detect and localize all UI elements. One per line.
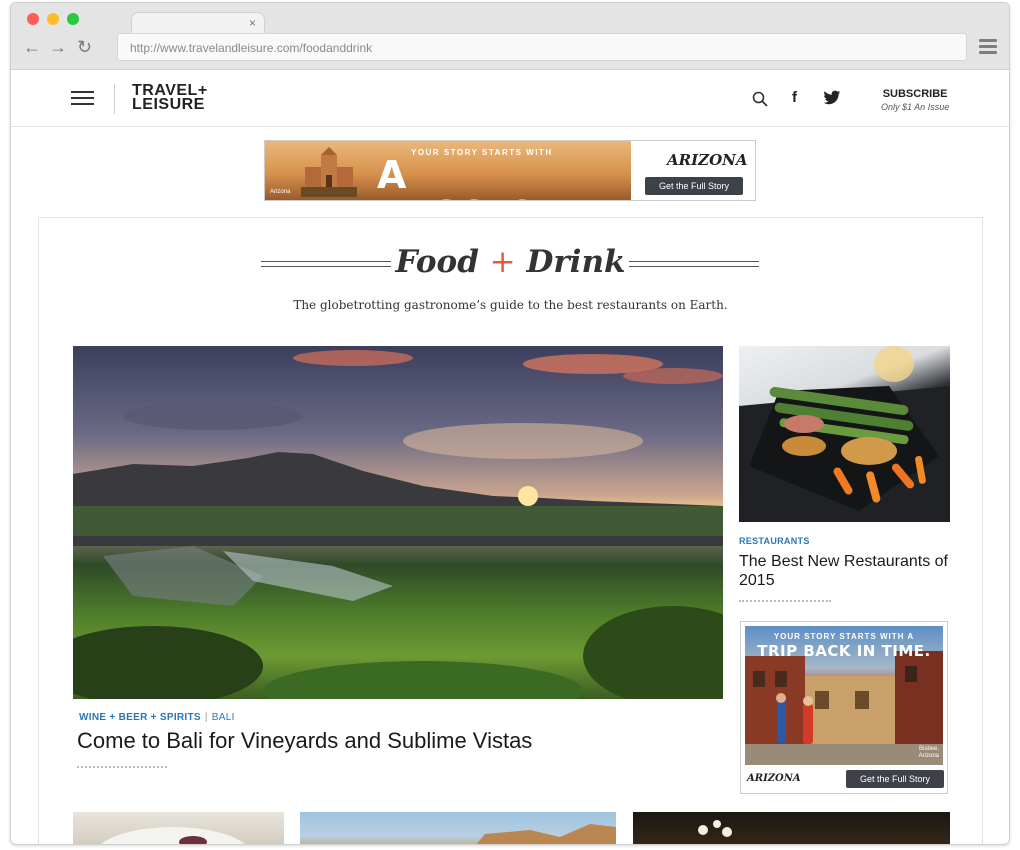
title-food: Food — [395, 244, 479, 280]
section-tagline: The globetrotting gastronome’s guide to … — [293, 298, 728, 312]
side-story-category-link[interactable]: RESTAURANTS — [739, 536, 810, 546]
ad-cta-button[interactable]: Get the Full Story — [645, 177, 743, 195]
ad-headline: A MISSION. — [377, 153, 589, 200]
browser-chrome: × ← → ↻ http://www.travelandleisure.com/… — [11, 3, 1009, 70]
search-icon[interactable] — [752, 91, 768, 107]
header-divider — [114, 84, 115, 114]
logo-line-2: LEISURE — [132, 96, 205, 113]
side-ad[interactable]: YOUR STORY STARTS WITH A TRIP BACK IN TI… — [740, 621, 948, 794]
title-drink: Drink — [526, 244, 626, 280]
story-thumbnail-2[interactable] — [300, 812, 616, 844]
section-title: Food + Drink — [39, 244, 982, 280]
address-bar[interactable]: http://www.travelandleisure.com/foodandd… — [117, 33, 967, 61]
close-tab-icon[interactable]: × — [249, 15, 256, 31]
subscribe-link[interactable]: SUBSCRIBE Only $1 An Issue — [881, 88, 949, 112]
reload-icon[interactable]: ↻ — [77, 37, 92, 57]
side-story-title-link[interactable]: The Best New Restaurants of 2015 — [739, 552, 949, 590]
side-story-image[interactable] — [739, 346, 950, 522]
back-arrow-icon[interactable]: ← — [23, 37, 41, 57]
section-title-row: Food + Drink — [39, 244, 982, 284]
site-header: TRAVEL+ LEISURE f SUBSCRIBE Only $1 An I… — [11, 70, 1009, 127]
hero-meta: WINE + BEER + SPIRITS | BALI — [79, 712, 235, 723]
mission-church-graphic — [301, 147, 357, 197]
hero-landscape-graphic — [73, 350, 723, 699]
content-card: Food + Drink The globetrotting gastronom… — [38, 217, 983, 844]
leaderboard-ad[interactable]: YOUR STORY STARTS WITH A MISSION. Arizon… — [264, 140, 756, 201]
food-plate-graphic — [739, 346, 950, 522]
hero-location-link[interactable]: BALI — [212, 712, 235, 723]
cliff-thumbnail-graphic — [476, 824, 616, 844]
side-dotted-divider — [739, 600, 831, 602]
side-ad-credit: Bisbee, Arizona — [919, 746, 939, 760]
facebook-icon[interactable]: f — [792, 89, 797, 106]
side-ad-brand-logo: ARIZONA — [747, 773, 801, 784]
side-ad-credit-line-1: Bisbee, — [918, 746, 939, 752]
hamburger-menu-icon[interactable] — [71, 91, 94, 105]
hero-meta-separator: | — [204, 712, 208, 723]
twitter-icon[interactable] — [823, 90, 841, 106]
ad-mission-image: YOUR STORY STARTS WITH A MISSION. Arizon… — [265, 141, 631, 200]
hero-dotted-divider — [77, 766, 167, 768]
side-ad-credit-line-2: Arizona — [918, 753, 939, 759]
url-text: http://www.travelandleisure.com/foodandd… — [130, 41, 373, 55]
lights-thumbnail-graphic — [698, 820, 732, 837]
browser-tab[interactable]: × — [131, 12, 265, 34]
forward-arrow-icon[interactable]: → — [49, 37, 67, 57]
minimize-window-button[interactable] — [47, 13, 59, 25]
site-logo[interactable]: TRAVEL+ LEISURE — [132, 83, 208, 113]
side-ad-cta-button[interactable]: Get the Full Story — [846, 770, 944, 788]
story-thumbnail-3[interactable] — [633, 812, 950, 844]
side-ad-line-1: YOUR STORY STARTS WITH A — [773, 632, 915, 641]
hero-category-link[interactable]: WINE + BEER + SPIRITS — [79, 712, 201, 723]
plate-thumbnail-graphic — [100, 827, 246, 844]
maximize-window-button[interactable] — [67, 13, 79, 25]
story-thumbnail-1[interactable] — [73, 812, 284, 844]
subscribe-price: Only $1 An Issue — [881, 102, 950, 112]
close-window-button[interactable] — [27, 13, 39, 25]
ad-credit: Arizona — [270, 189, 291, 195]
hero-image[interactable] — [73, 346, 723, 699]
hero-title-link[interactable]: Come to Bali for Vineyards and Sublime V… — [77, 728, 532, 754]
ad-brand-logo: ARIZONA — [667, 151, 748, 169]
side-ad-line-2: TRIP BACK IN TIME. — [757, 642, 931, 660]
browser-menu-icon[interactable] — [979, 39, 997, 54]
side-ad-image: YOUR STORY STARTS WITH A TRIP BACK IN TI… — [745, 626, 943, 765]
title-plus: + — [489, 244, 516, 280]
title-rule-right — [629, 261, 759, 267]
browser-window: × ← → ↻ http://www.travelandleisure.com/… — [10, 2, 1010, 845]
subscribe-label: SUBSCRIBE — [882, 88, 948, 100]
